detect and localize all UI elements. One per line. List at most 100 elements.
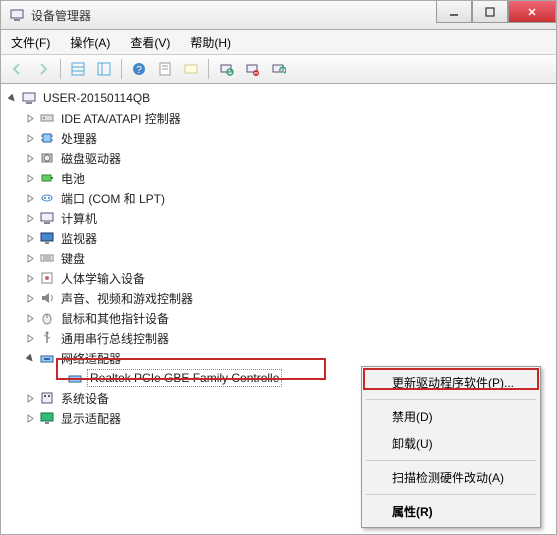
tree-root[interactable]: USER-20150114QB <box>5 88 556 108</box>
tree-label: USER-20150114QB <box>41 90 152 106</box>
tree-item[interactable]: 计算机 <box>5 208 556 228</box>
back-button <box>5 57 29 81</box>
svg-text:?: ? <box>136 65 142 76</box>
tree-item[interactable]: 监视器 <box>5 228 556 248</box>
device-category-icon <box>39 350 55 366</box>
chevron-down-icon[interactable] <box>23 351 37 365</box>
computer-icon <box>21 90 37 106</box>
toolbar: ? <box>0 54 557 84</box>
device-category-icon <box>39 230 55 246</box>
tree-item[interactable]: 网络适配器 <box>5 348 556 368</box>
device-category-icon <box>39 250 55 266</box>
device-category-icon <box>39 330 55 346</box>
ctx-separator <box>366 460 536 461</box>
network-adapter-icon <box>67 370 83 386</box>
device-category-icon <box>39 310 55 326</box>
maximize-button[interactable] <box>472 1 508 23</box>
ctx-separator <box>366 399 536 400</box>
device-category-icon <box>39 410 55 426</box>
device-category-icon <box>39 390 55 406</box>
chevron-right-icon[interactable] <box>23 111 37 125</box>
window-titlebar: 设备管理器 <box>0 0 557 30</box>
tree-label: 网络适配器 <box>59 349 123 368</box>
menubar: 文件(F) 操作(A) 查看(V) 帮助(H) <box>0 30 557 54</box>
device-category-icon <box>39 130 55 146</box>
chevron-right-icon[interactable] <box>23 171 37 185</box>
menu-view[interactable]: 查看(V) <box>126 32 174 53</box>
tree-label: 声音、视频和游戏控制器 <box>59 289 195 308</box>
ctx-uninstall[interactable]: 卸载(U) <box>364 430 538 457</box>
update-driver-button[interactable] <box>266 57 290 81</box>
tree-label: IDE ATA/ATAPI 控制器 <box>59 109 183 128</box>
chevron-right-icon[interactable] <box>23 211 37 225</box>
scan-button[interactable] <box>214 57 238 81</box>
chevron-right-icon[interactable] <box>23 331 37 345</box>
device-category-icon <box>39 270 55 286</box>
tree-label: 电池 <box>59 169 87 188</box>
list-view-button[interactable] <box>92 57 116 81</box>
tree-label: 计算机 <box>59 209 99 228</box>
tree-label: 磁盘驱动器 <box>59 149 123 168</box>
chevron-right-icon[interactable] <box>23 391 37 405</box>
details-view-button[interactable] <box>66 57 90 81</box>
ctx-disable[interactable]: 禁用(D) <box>364 403 538 430</box>
context-menu: 更新驱动程序软件(P)... 禁用(D) 卸载(U) 扫描检测硬件改动(A) 属… <box>361 366 541 528</box>
tree-label: 系统设备 <box>59 389 111 408</box>
ctx-scan[interactable]: 扫描检测硬件改动(A) <box>364 464 538 491</box>
tree-label: 通用串行总线控制器 <box>59 329 171 348</box>
app-icon <box>9 7 25 23</box>
chevron-right-icon[interactable] <box>23 411 37 425</box>
close-button[interactable] <box>508 1 556 23</box>
ctx-separator <box>366 494 536 495</box>
menu-action[interactable]: 操作(A) <box>66 32 114 53</box>
properties-button[interactable] <box>153 57 177 81</box>
chevron-right-icon[interactable] <box>23 311 37 325</box>
ctx-update-driver[interactable]: 更新驱动程序软件(P)... <box>364 369 538 396</box>
device-category-icon <box>39 290 55 306</box>
tree-label: 键盘 <box>59 249 87 268</box>
chevron-right-icon[interactable] <box>23 251 37 265</box>
tree-label: 人体学输入设备 <box>59 269 147 288</box>
device-category-icon <box>39 110 55 126</box>
device-category-icon <box>39 150 55 166</box>
menu-file[interactable]: 文件(F) <box>7 32 54 53</box>
uninstall-device-button[interactable] <box>240 57 264 81</box>
toolbar-separator <box>60 59 61 79</box>
tree-item[interactable]: 鼠标和其他指针设备 <box>5 308 556 328</box>
chevron-right-icon[interactable] <box>23 291 37 305</box>
tree-item[interactable]: 处理器 <box>5 128 556 148</box>
chevron-right-icon[interactable] <box>23 231 37 245</box>
device-category-icon <box>39 210 55 226</box>
window-title: 设备管理器 <box>31 7 91 24</box>
device-category-icon <box>39 170 55 186</box>
menu-help[interactable]: 帮助(H) <box>186 32 235 53</box>
show-hidden-button[interactable] <box>179 57 203 81</box>
tree-label-selected: Realtek PCIe GBE Family Controlle <box>87 369 282 387</box>
tree-item[interactable]: 声音、视频和游戏控制器 <box>5 288 556 308</box>
ctx-properties[interactable]: 属性(R) <box>364 498 538 525</box>
tree-label: 鼠标和其他指针设备 <box>59 309 171 328</box>
chevron-right-icon[interactable] <box>23 131 37 145</box>
tree-item[interactable]: 键盘 <box>5 248 556 268</box>
chevron-down-icon[interactable] <box>5 91 19 105</box>
forward-button <box>31 57 55 81</box>
tree-item[interactable]: 磁盘驱动器 <box>5 148 556 168</box>
tree-item[interactable]: 通用串行总线控制器 <box>5 328 556 348</box>
chevron-right-icon[interactable] <box>23 151 37 165</box>
tree-label: 显示适配器 <box>59 409 123 428</box>
help-button[interactable]: ? <box>127 57 151 81</box>
tree-label: 监视器 <box>59 229 99 248</box>
tree-item[interactable]: 人体学输入设备 <box>5 268 556 288</box>
toolbar-separator <box>208 59 209 79</box>
tree-label: 处理器 <box>59 129 99 148</box>
minimize-button[interactable] <box>436 1 472 23</box>
toolbar-separator <box>121 59 122 79</box>
device-category-icon <box>39 190 55 206</box>
tree-item[interactable]: IDE ATA/ATAPI 控制器 <box>5 108 556 128</box>
tree-item[interactable]: 端口 (COM 和 LPT) <box>5 188 556 208</box>
device-tree-panel: USER-20150114QB IDE ATA/ATAPI 控制器处理器磁盘驱动器… <box>0 84 557 535</box>
chevron-right-icon[interactable] <box>23 191 37 205</box>
tree-item[interactable]: 电池 <box>5 168 556 188</box>
tree-label: 端口 (COM 和 LPT) <box>59 189 167 208</box>
chevron-right-icon[interactable] <box>23 271 37 285</box>
